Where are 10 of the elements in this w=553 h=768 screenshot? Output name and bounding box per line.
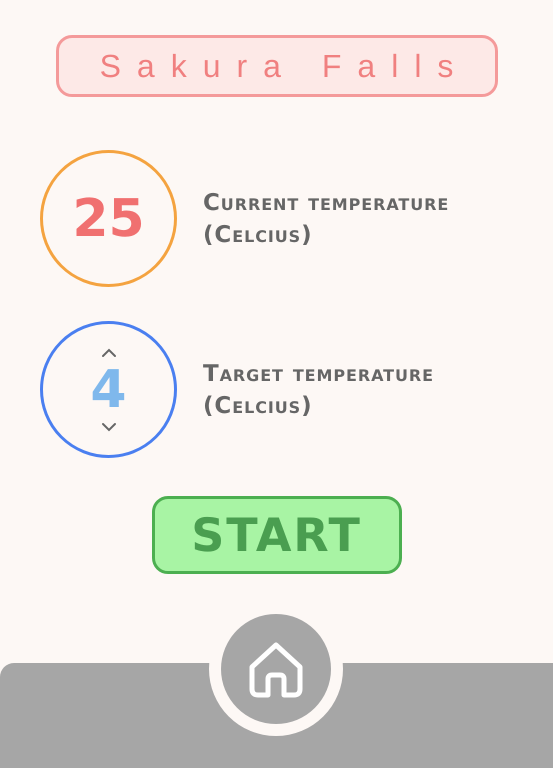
decrease-button[interactable] <box>100 422 116 432</box>
app-title: Sakura Falls <box>56 35 498 97</box>
target-temperature-value: 4 <box>90 364 127 416</box>
start-button[interactable]: START <box>152 496 402 574</box>
current-temperature-label: Current temperature <box>203 190 450 216</box>
target-temperature-label: Target temperature <box>203 360 434 386</box>
increase-button[interactable] <box>100 348 116 358</box>
unit-label: (Celcius) <box>203 392 314 418</box>
unit-label: (Celcius) <box>203 222 314 248</box>
current-temperature-value: 25 <box>72 192 145 244</box>
